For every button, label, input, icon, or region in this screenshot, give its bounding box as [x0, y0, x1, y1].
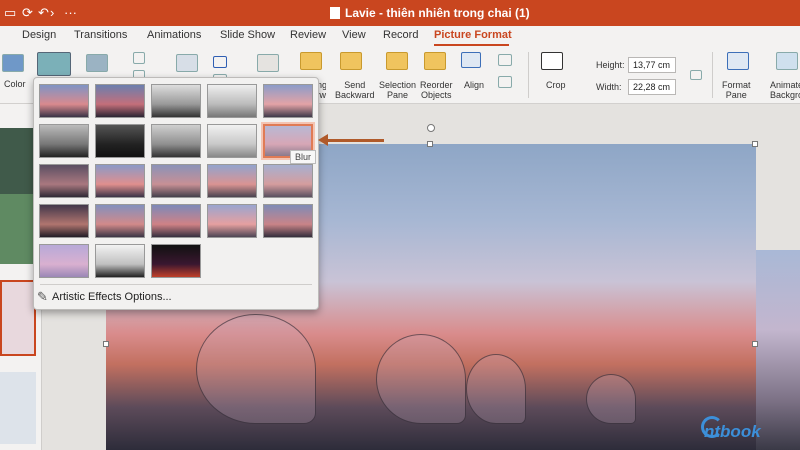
fishing-net-shape [196, 314, 316, 424]
artistic-effects-options-link[interactable]: Artistic Effects Options... [52, 291, 172, 303]
tab-design[interactable]: Design [22, 29, 56, 41]
tab-slide-show[interactable]: Slide Show [220, 29, 275, 41]
undo-icon[interactable]: ↶ [38, 5, 49, 21]
slide-thumbnail[interactable] [0, 372, 36, 444]
fishing-net-shape [376, 334, 466, 424]
effect-paint-strokes[interactable] [95, 124, 145, 158]
effect-photocopy[interactable] [95, 244, 145, 278]
redo-icon[interactable]: › [50, 5, 54, 21]
slide-thumbnail[interactable] [0, 280, 36, 356]
resize-handle[interactable] [103, 341, 109, 347]
slide-thumbnail[interactable] [0, 194, 36, 264]
watermark-logo: ntbook [704, 422, 761, 441]
height-field[interactable]: 13,77 cm [628, 57, 676, 73]
effect-paint-brush[interactable] [151, 124, 201, 158]
format-pane-button[interactable]: Format Pane [722, 80, 751, 100]
align-icon[interactable] [461, 52, 481, 68]
fishing-net-shape [466, 354, 526, 424]
effect-light-screen[interactable] [39, 164, 89, 198]
effect-watercolor-sponge[interactable] [95, 164, 145, 198]
effect-crisscross-etching[interactable] [151, 204, 201, 238]
artistic-effects-icon[interactable] [37, 52, 71, 76]
selection-pane-button[interactable]: Selection Pane [379, 80, 416, 100]
document-title-text: Lavie - thiên nhiên trong chai (1) [345, 6, 530, 20]
effect-texturizer[interactable] [95, 204, 145, 238]
width-field[interactable]: 22,28 cm [628, 79, 676, 95]
effect-cement[interactable] [39, 204, 89, 238]
gallery-separator [40, 284, 312, 285]
rotate-icon[interactable] [498, 76, 512, 88]
tab-animations[interactable]: Animations [147, 29, 201, 41]
effect-pencil-sketch[interactable] [207, 84, 257, 118]
transparency-icon[interactable] [86, 54, 108, 72]
artistic-effects-options-icon: ✎ [37, 289, 48, 304]
effect-plastic-wrap[interactable] [263, 204, 313, 238]
alt-text-icon[interactable] [257, 54, 279, 72]
color-button[interactable]: Color [4, 79, 26, 89]
send-backward-button[interactable]: Send Backward [335, 80, 375, 100]
more-icon[interactable]: ··· [64, 5, 77, 21]
resize-handle[interactable] [752, 341, 758, 347]
tab-transitions[interactable]: Transitions [74, 29, 127, 41]
fishing-net-shape [586, 374, 636, 424]
document-icon [330, 7, 340, 19]
effect-none[interactable] [39, 84, 89, 118]
effect-pastels-smooth[interactable] [207, 204, 257, 238]
tab-review[interactable]: Review [290, 29, 326, 41]
effect-cutout[interactable] [39, 244, 89, 278]
tab-record[interactable]: Record [383, 29, 418, 41]
align-button[interactable]: Align [464, 80, 484, 90]
picture-border-icon[interactable] [213, 56, 227, 68]
effect-line-drawing[interactable] [263, 84, 313, 118]
effect-tooltip: Blur [290, 150, 317, 164]
resize-handle[interactable] [752, 141, 758, 147]
picture-styles-icon[interactable] [176, 54, 198, 72]
resize-handle[interactable] [427, 141, 433, 147]
color-icon[interactable] [2, 54, 24, 72]
compress-pictures-icon[interactable] [133, 52, 145, 64]
effect-film-grain[interactable] [151, 164, 201, 198]
rotate-handle[interactable] [427, 124, 435, 132]
ribbon-tabs: Design Transitions Animations Slide Show… [0, 26, 800, 46]
selection-pane-icon[interactable] [386, 52, 408, 70]
effect-pencil-grayscale[interactable] [151, 84, 201, 118]
effect-glow-edges[interactable] [151, 244, 201, 278]
group-icon[interactable] [498, 54, 512, 66]
slide-thumbnail[interactable] [0, 128, 36, 194]
save-icon[interactable]: ⟳ [22, 5, 33, 21]
width-label: Width: [596, 82, 622, 92]
effect-chalk-sketch[interactable] [39, 124, 89, 158]
reorder-objects-icon[interactable] [424, 52, 446, 70]
annotation-arrow [326, 139, 384, 142]
bring-forward-icon[interactable] [300, 52, 322, 70]
title-bar: ▭ ⟳ ↶ › ··· Lavie - thiên nhiên trong ch… [0, 0, 800, 26]
document-title: Lavie - thiên nhiên trong chai (1) [330, 6, 530, 20]
animate-background-button[interactable]: Animate Backgro [770, 80, 800, 100]
tab-view[interactable]: View [342, 29, 366, 41]
effect-marker[interactable] [95, 84, 145, 118]
lock-aspect-icon[interactable] [690, 70, 702, 80]
crop-button[interactable]: Crop [546, 80, 566, 90]
animate-background-icon[interactable] [776, 52, 798, 70]
send-backward-icon[interactable] [340, 52, 362, 70]
height-label: Height: [596, 60, 625, 70]
effect-glow-diffused[interactable] [207, 124, 257, 158]
sidebar-icon[interactable]: ▭ [4, 5, 16, 21]
ribbon-separator [712, 52, 713, 98]
tab-picture-format[interactable]: Picture Format [434, 29, 512, 41]
offslide-picture[interactable] [756, 250, 800, 450]
reorder-objects-button[interactable]: Reorder Objects [420, 80, 453, 100]
effect-mosaic-bubbles[interactable] [207, 164, 257, 198]
effect-glass[interactable] [263, 164, 313, 198]
crop-icon[interactable] [541, 52, 563, 70]
ribbon-separator [528, 52, 529, 98]
format-pane-icon[interactable] [727, 52, 749, 70]
